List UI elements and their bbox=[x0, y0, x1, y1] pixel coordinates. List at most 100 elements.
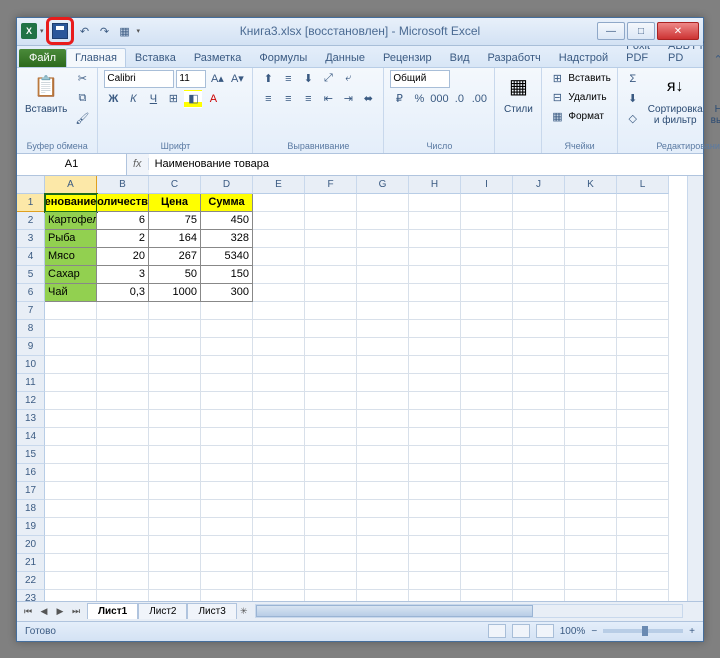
view-normal-button[interactable] bbox=[488, 624, 506, 638]
cell-B20[interactable] bbox=[97, 536, 149, 554]
dec-decimal-button[interactable]: .00 bbox=[470, 90, 488, 108]
cell-H11[interactable] bbox=[409, 374, 461, 392]
cell-H21[interactable] bbox=[409, 554, 461, 572]
cell-D14[interactable] bbox=[201, 428, 253, 446]
cell-J17[interactable] bbox=[513, 482, 565, 500]
cell-C23[interactable] bbox=[149, 590, 201, 601]
cell-I10[interactable] bbox=[461, 356, 513, 374]
cell-A7[interactable] bbox=[45, 302, 97, 320]
close-button[interactable]: ✕ bbox=[657, 22, 699, 40]
cell-L3[interactable] bbox=[617, 230, 669, 248]
cell-K22[interactable] bbox=[565, 572, 617, 590]
cell-E14[interactable] bbox=[253, 428, 305, 446]
cell-B6[interactable]: 0,3 bbox=[97, 284, 149, 302]
row-header-7[interactable]: 7 bbox=[17, 302, 45, 320]
styles-button[interactable]: ▦ Стили bbox=[501, 70, 535, 117]
save-button[interactable] bbox=[51, 22, 69, 40]
cell-I8[interactable] bbox=[461, 320, 513, 338]
cell-E9[interactable] bbox=[253, 338, 305, 356]
cell-I17[interactable] bbox=[461, 482, 513, 500]
row-header-21[interactable]: 21 bbox=[17, 554, 45, 572]
cell-G12[interactable] bbox=[357, 392, 409, 410]
comma-button[interactable]: 000 bbox=[430, 90, 448, 108]
row-header-3[interactable]: 3 bbox=[17, 230, 45, 248]
cell-G3[interactable] bbox=[357, 230, 409, 248]
cell-L5[interactable] bbox=[617, 266, 669, 284]
cell-B9[interactable] bbox=[97, 338, 149, 356]
cell-J15[interactable] bbox=[513, 446, 565, 464]
cell-G19[interactable] bbox=[357, 518, 409, 536]
cell-G6[interactable] bbox=[357, 284, 409, 302]
tab-layout[interactable]: Разметка bbox=[185, 48, 251, 67]
cell-K5[interactable] bbox=[565, 266, 617, 284]
cell-L13[interactable] bbox=[617, 410, 669, 428]
row-header-23[interactable]: 23 bbox=[17, 590, 45, 601]
vertical-scrollbar[interactable] bbox=[687, 176, 703, 601]
cell-H3[interactable] bbox=[409, 230, 461, 248]
cell-C22[interactable] bbox=[149, 572, 201, 590]
cell-F4[interactable] bbox=[305, 248, 357, 266]
italic-button[interactable]: К bbox=[124, 90, 142, 108]
cell-D12[interactable] bbox=[201, 392, 253, 410]
font-color-button[interactable]: A bbox=[204, 90, 222, 108]
paste-button[interactable]: 📋 Вставить bbox=[23, 70, 69, 117]
cell-I3[interactable] bbox=[461, 230, 513, 248]
autosum-button[interactable]: Σ bbox=[624, 70, 642, 88]
cell-A4[interactable]: Мясо bbox=[45, 248, 97, 266]
cell-L23[interactable] bbox=[617, 590, 669, 601]
cell-A12[interactable] bbox=[45, 392, 97, 410]
cell-L10[interactable] bbox=[617, 356, 669, 374]
copy-button[interactable]: ⧉ bbox=[73, 90, 91, 108]
cell-E11[interactable] bbox=[253, 374, 305, 392]
cell-G17[interactable] bbox=[357, 482, 409, 500]
col-header-I[interactable]: I bbox=[461, 176, 513, 194]
cell-J1[interactable] bbox=[513, 194, 565, 212]
cell-L17[interactable] bbox=[617, 482, 669, 500]
cell-D6[interactable]: 300 bbox=[201, 284, 253, 302]
tab-home[interactable]: Главная bbox=[66, 48, 126, 67]
cell-D22[interactable] bbox=[201, 572, 253, 590]
zoom-slider[interactable] bbox=[603, 629, 683, 633]
cell-K16[interactable] bbox=[565, 464, 617, 482]
cell-J21[interactable] bbox=[513, 554, 565, 572]
new-sheet-button[interactable]: ✳ bbox=[237, 606, 251, 617]
cell-K12[interactable] bbox=[565, 392, 617, 410]
cell-G14[interactable] bbox=[357, 428, 409, 446]
zoom-out-button[interactable]: − bbox=[591, 626, 597, 637]
cell-L15[interactable] bbox=[617, 446, 669, 464]
cell-H7[interactable] bbox=[409, 302, 461, 320]
cell-A23[interactable] bbox=[45, 590, 97, 601]
cell-I11[interactable] bbox=[461, 374, 513, 392]
cell-L19[interactable] bbox=[617, 518, 669, 536]
cell-F12[interactable] bbox=[305, 392, 357, 410]
cell-E18[interactable] bbox=[253, 500, 305, 518]
find-select-button[interactable]: 🔭 Найти и выделить bbox=[709, 70, 720, 128]
cell-H5[interactable] bbox=[409, 266, 461, 284]
cell-A11[interactable] bbox=[45, 374, 97, 392]
cell-G15[interactable] bbox=[357, 446, 409, 464]
cell-B23[interactable] bbox=[97, 590, 149, 601]
formula-input[interactable]: Наименование товара bbox=[149, 154, 703, 175]
cell-E2[interactable] bbox=[253, 212, 305, 230]
cell-G1[interactable] bbox=[357, 194, 409, 212]
cell-G13[interactable] bbox=[357, 410, 409, 428]
cell-F19[interactable] bbox=[305, 518, 357, 536]
cell-G9[interactable] bbox=[357, 338, 409, 356]
cell-H20[interactable] bbox=[409, 536, 461, 554]
cell-L16[interactable] bbox=[617, 464, 669, 482]
col-header-B[interactable]: B bbox=[97, 176, 149, 194]
fx-button[interactable]: fx bbox=[127, 158, 149, 170]
cell-D1[interactable]: Сумма bbox=[201, 194, 253, 212]
cell-A18[interactable] bbox=[45, 500, 97, 518]
shrink-font-button[interactable]: A▾ bbox=[228, 70, 246, 88]
cell-I9[interactable] bbox=[461, 338, 513, 356]
minimize-button[interactable]: — bbox=[597, 22, 625, 40]
cell-J11[interactable] bbox=[513, 374, 565, 392]
border-button[interactable]: ⊞ bbox=[164, 90, 182, 108]
cell-C19[interactable] bbox=[149, 518, 201, 536]
cell-B12[interactable] bbox=[97, 392, 149, 410]
cell-F20[interactable] bbox=[305, 536, 357, 554]
sheet-first-button[interactable]: ⏮ bbox=[21, 606, 35, 617]
cell-F10[interactable] bbox=[305, 356, 357, 374]
cell-F22[interactable] bbox=[305, 572, 357, 590]
